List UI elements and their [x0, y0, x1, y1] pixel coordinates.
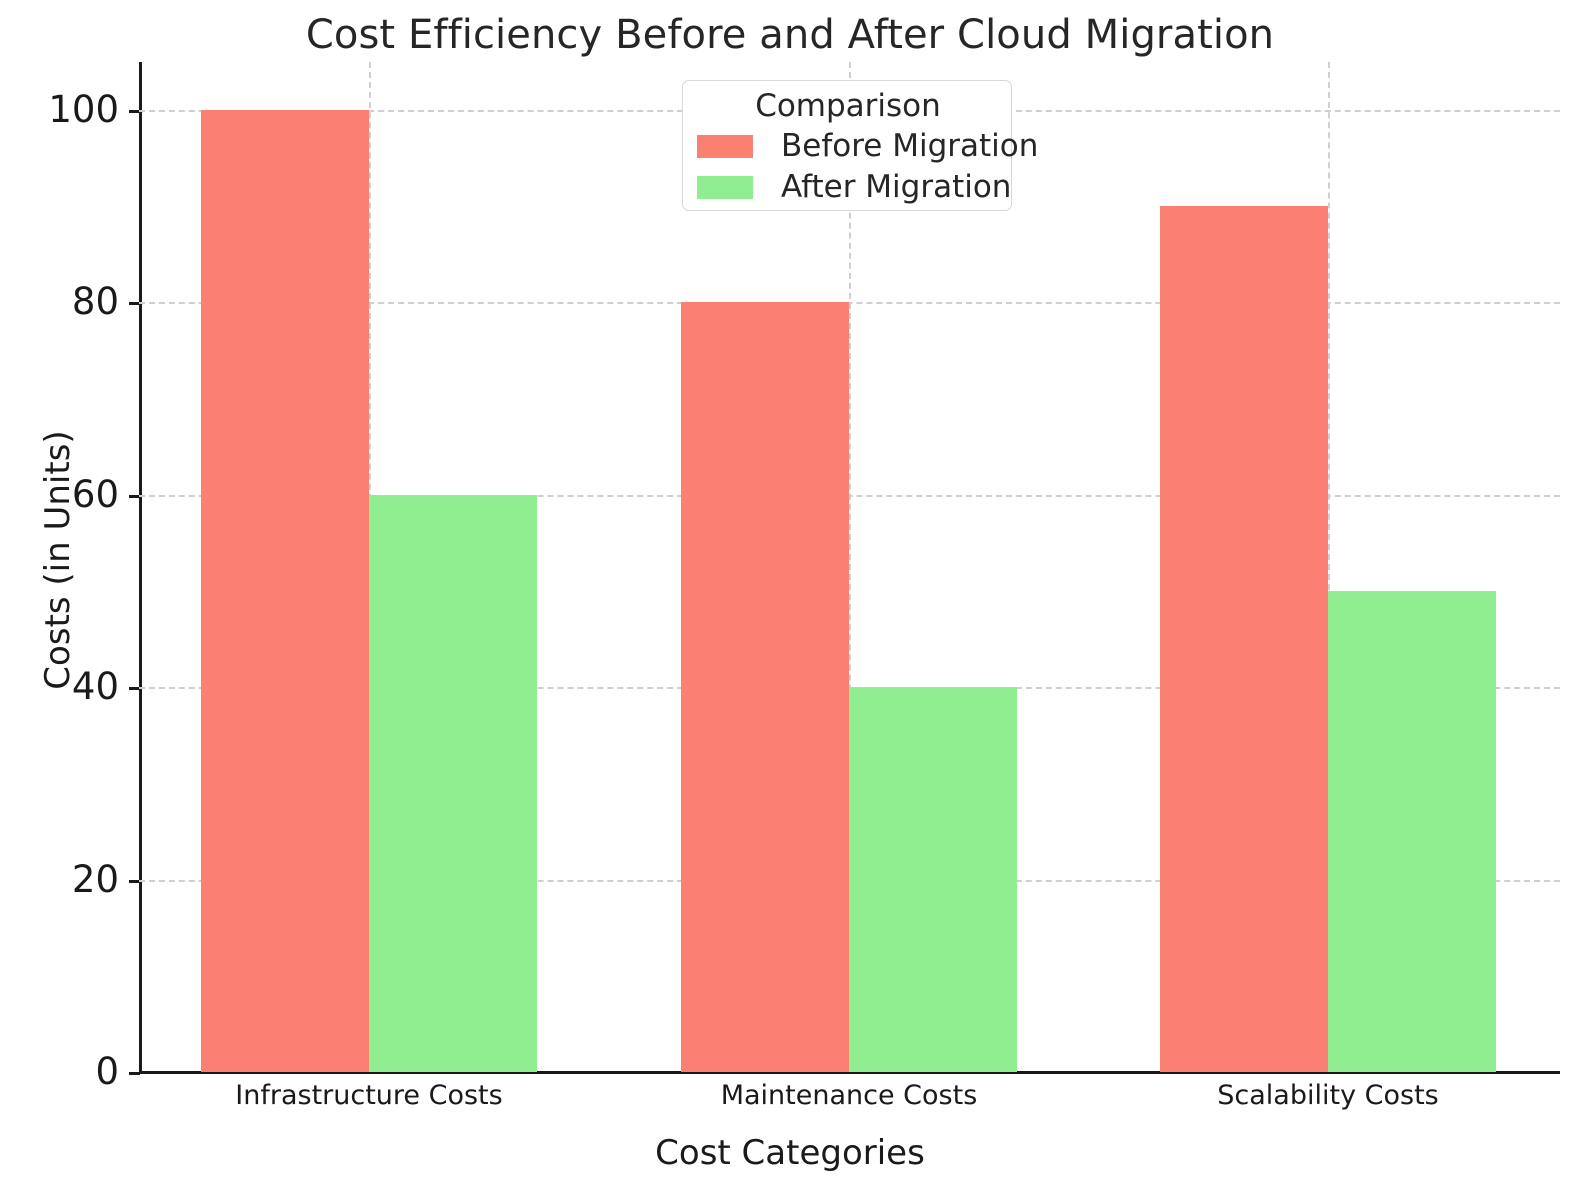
legend-color-swatch	[697, 135, 753, 158]
plot-area	[139, 62, 1560, 1072]
bar[interactable]	[681, 302, 849, 1072]
legend-entry[interactable]: After Migration	[697, 170, 1013, 204]
legend[interactable]: Comparison Before Migration After Migrati…	[682, 80, 1038, 211]
x-tick-label: Maintenance Costs	[720, 1080, 978, 1111]
bar[interactable]	[369, 494, 537, 1072]
legend-color-swatch	[697, 176, 753, 199]
legend-label: After Migration	[781, 169, 1012, 205]
x-tick-label: Infrastructure Costs	[235, 1080, 503, 1111]
x-tick-label: Scalability Costs	[1217, 1080, 1439, 1111]
y-tick-label: 40	[71, 665, 119, 709]
y-axis-label: Costs (in Units)	[38, 430, 78, 690]
legend-entry[interactable]: Before Migration	[697, 129, 1038, 163]
bar[interactable]	[849, 687, 1017, 1072]
y-tick-label: 60	[71, 472, 119, 516]
y-tick-label: 0	[95, 1050, 119, 1093]
x-axis-label: Cost Categories	[655, 1133, 925, 1173]
legend-label: Before Migration	[781, 128, 1039, 164]
bar[interactable]	[1328, 591, 1496, 1072]
chart-figure: Cost Efficiency Before and After Cloud M…	[0, 0, 1580, 1180]
y-tick-label: 20	[71, 857, 119, 901]
chart-title: Cost Efficiency Before and After Cloud M…	[305, 12, 1275, 58]
legend-title: Comparison	[755, 88, 941, 124]
y-tick-label: 80	[71, 280, 119, 324]
bar[interactable]	[201, 110, 369, 1072]
bar[interactable]	[1160, 206, 1328, 1072]
